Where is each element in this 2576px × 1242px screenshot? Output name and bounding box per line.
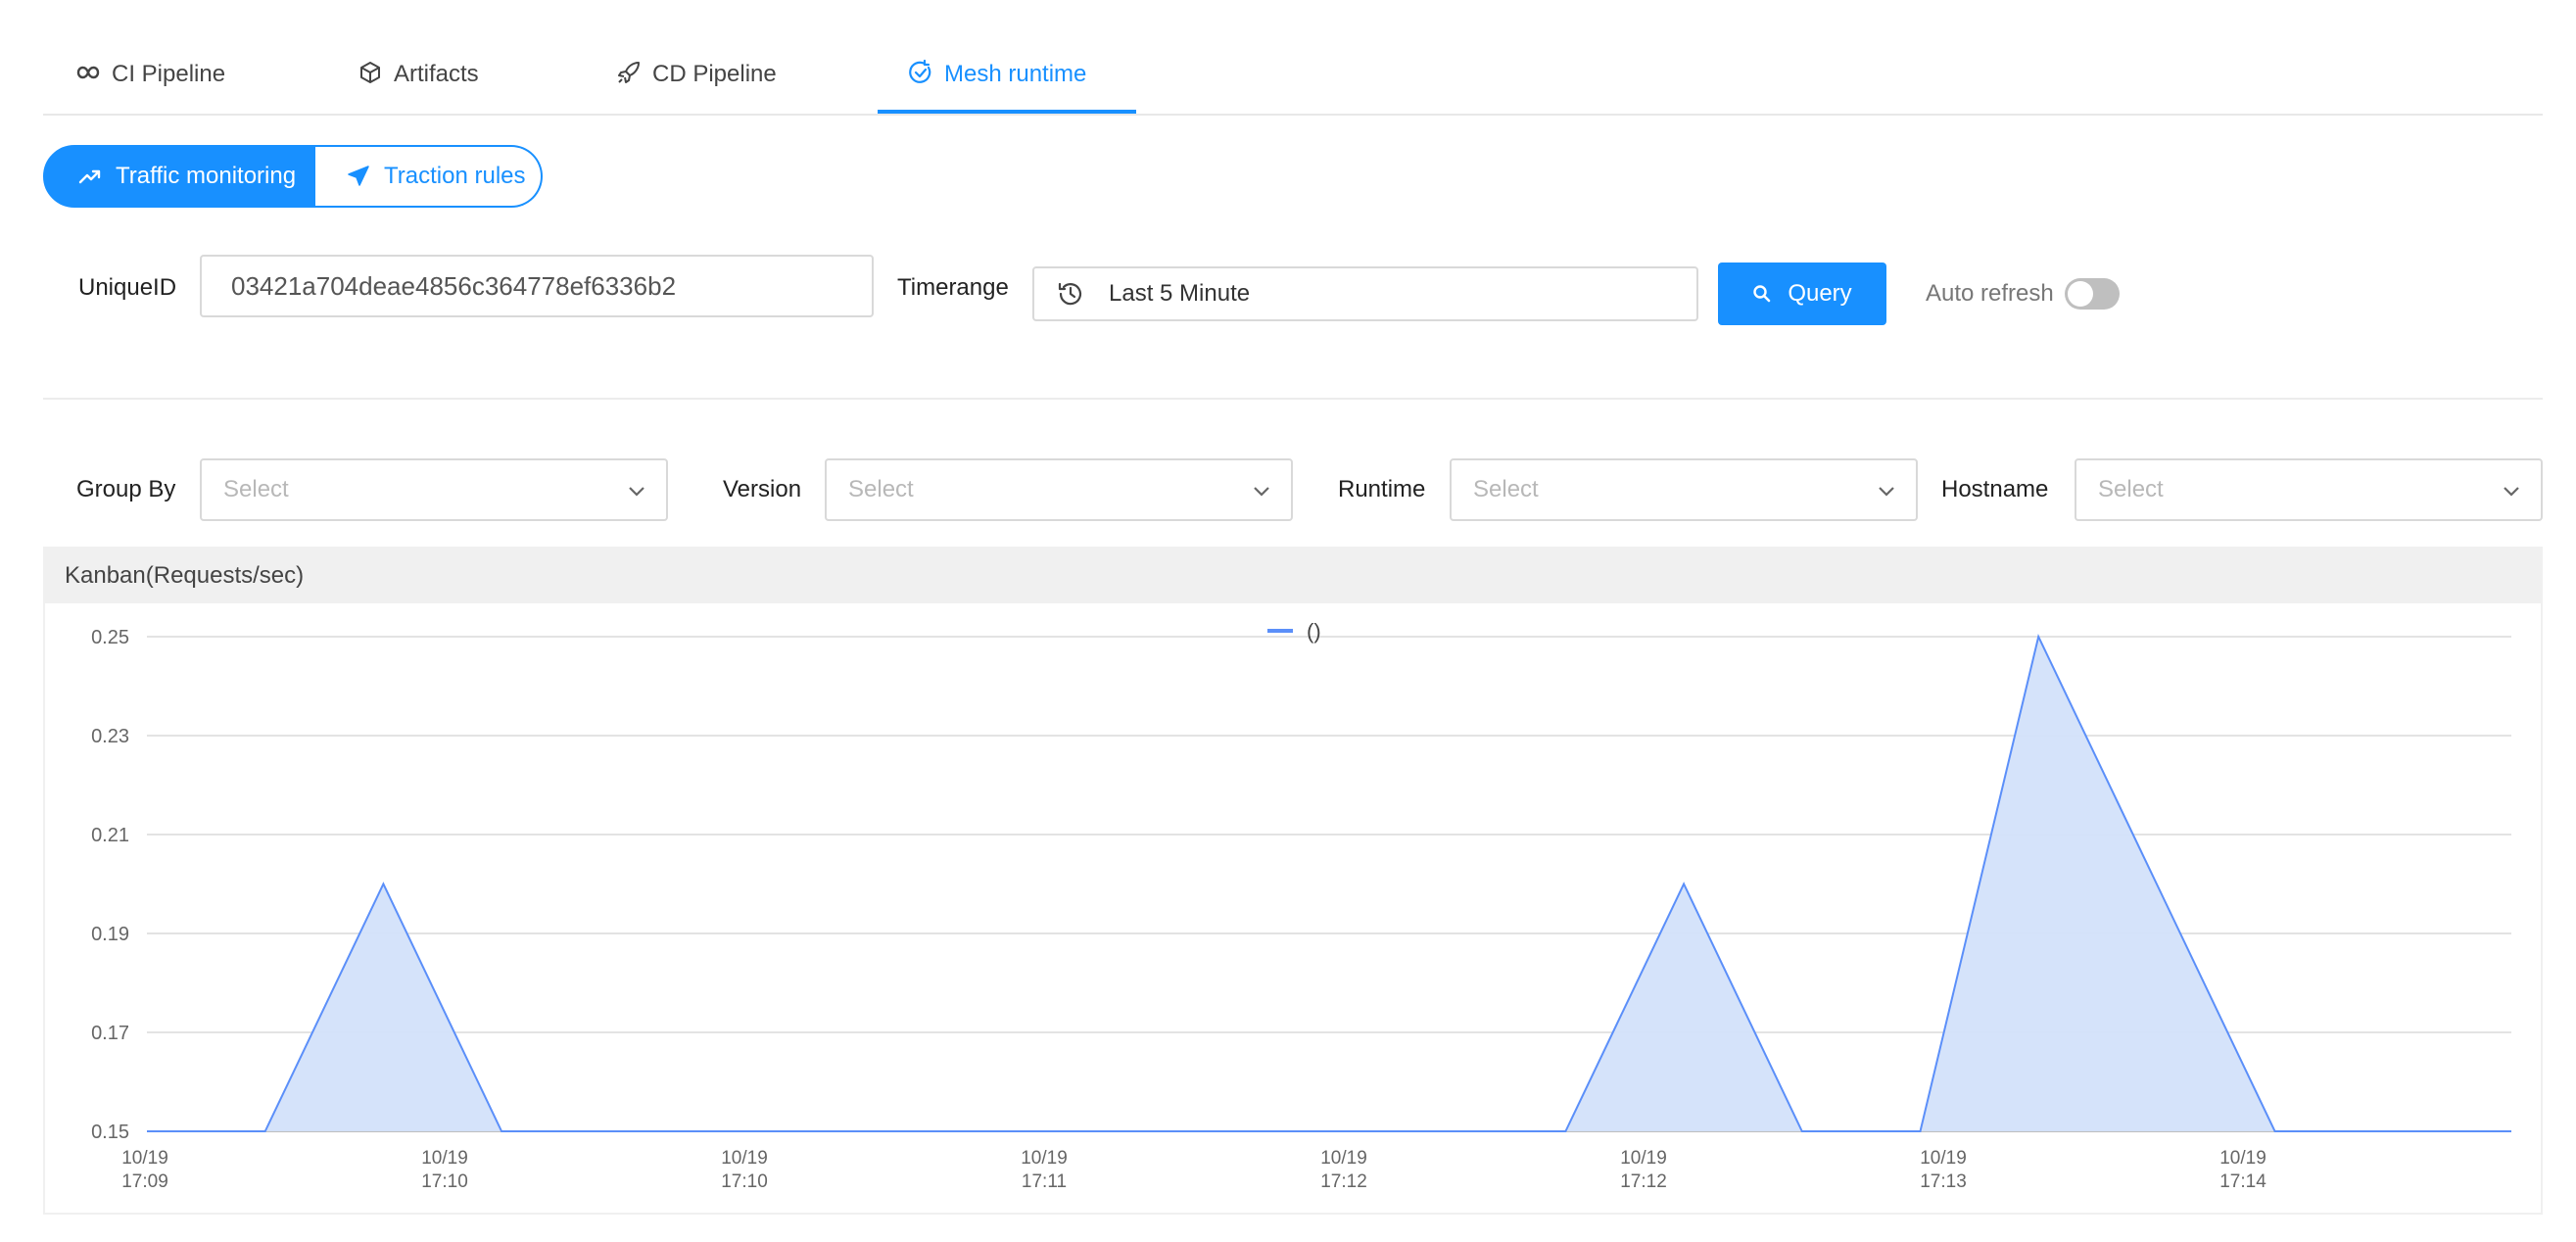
y-tick-label: 0.15	[91, 1122, 129, 1143]
x-tick-label: 10/19 17:13	[1920, 1148, 1967, 1192]
x-tick-label: 10/19 17:10	[721, 1148, 768, 1192]
y-tick-label: 0.21	[91, 825, 129, 846]
x-tick-label: 10/19 17:11	[1021, 1148, 1068, 1192]
x-tick-label: 10/19 17:10	[421, 1148, 468, 1192]
x-tick-label: 10/19 17:09	[121, 1148, 168, 1192]
y-tick-label: 0.25	[91, 627, 129, 648]
y-tick-label: 0.17	[91, 1023, 129, 1044]
requests-area-chart: 0.25 0.23 0.21 0.19 0.17 0.15 10/19 17:09 10/19…	[91, 619, 2511, 1192]
y-tick-label: 0.23	[91, 726, 129, 747]
legend-label: ()	[1307, 619, 1321, 644]
x-tick-label: 10/19 17:12	[1620, 1148, 1667, 1192]
x-tick-label: 10/19 17:14	[2219, 1148, 2266, 1192]
x-tick-label: 10/19 17:12	[1320, 1148, 1367, 1192]
y-tick-label: 0.19	[91, 924, 129, 945]
